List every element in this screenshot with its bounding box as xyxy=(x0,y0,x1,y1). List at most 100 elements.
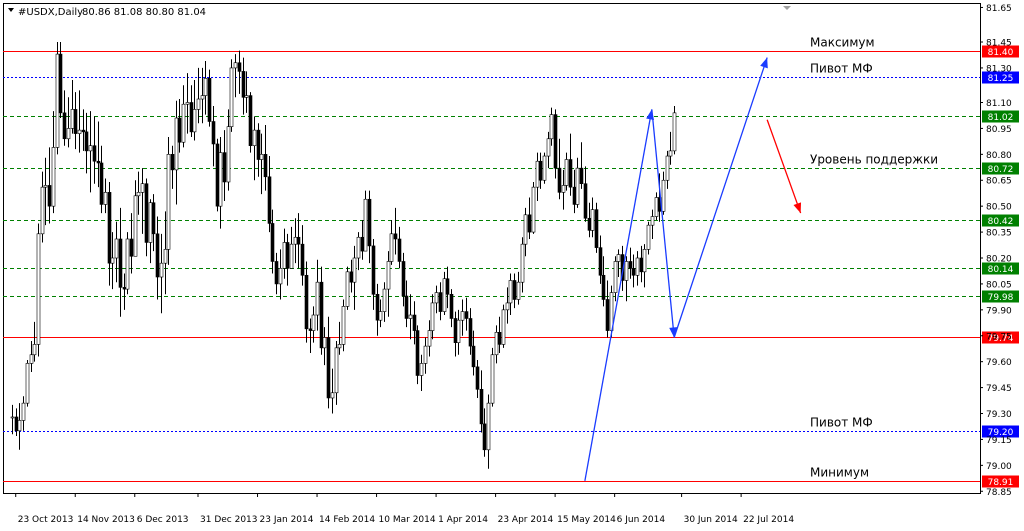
candle xyxy=(553,109,558,179)
candle-body xyxy=(319,281,324,349)
y-tick-label: 81.10 xyxy=(986,99,1012,109)
level-price-label: 78.91 xyxy=(988,478,1014,488)
candle-body xyxy=(628,261,633,269)
candle-body xyxy=(285,242,290,269)
candle-body xyxy=(535,160,540,188)
candle-body xyxy=(349,271,354,283)
candle-body xyxy=(613,261,618,293)
level-price-label: 81.40 xyxy=(988,48,1014,58)
candle-body xyxy=(99,162,104,205)
candle-body xyxy=(10,416,15,419)
candle-body xyxy=(241,71,246,98)
candle-body xyxy=(263,154,268,178)
candle-body xyxy=(378,311,383,321)
candle-body xyxy=(389,233,394,262)
candle-body xyxy=(166,154,171,250)
candle-body xyxy=(363,198,368,252)
candle-body xyxy=(311,314,316,331)
candle-body xyxy=(561,185,566,193)
candle-body xyxy=(103,192,108,205)
candle-body xyxy=(315,281,320,316)
candle-body xyxy=(308,328,313,331)
candle xyxy=(542,152,547,184)
candle-body xyxy=(151,202,156,235)
candle-body xyxy=(434,292,439,304)
candle-body xyxy=(661,179,666,212)
candle-body xyxy=(430,302,435,331)
candle-body xyxy=(282,242,287,269)
candle-body xyxy=(557,167,562,193)
candle-body xyxy=(170,154,175,171)
candle-body xyxy=(300,243,305,276)
y-tick-label: 80.95 xyxy=(986,125,1012,135)
candle-body xyxy=(542,155,547,181)
candle xyxy=(415,325,420,385)
candle-body xyxy=(490,354,495,404)
candle-body xyxy=(14,416,19,432)
candle-body xyxy=(185,102,190,105)
candle-body xyxy=(401,261,406,297)
candle-body xyxy=(479,389,484,425)
candle-body xyxy=(174,117,179,171)
candle-body xyxy=(270,223,275,262)
candle-body xyxy=(445,278,450,295)
candle-body xyxy=(468,318,473,347)
candle-body xyxy=(616,254,621,262)
candle-body xyxy=(438,292,443,312)
candle-body xyxy=(322,337,327,349)
candle-body xyxy=(419,363,424,376)
candle-body xyxy=(62,112,67,140)
candle xyxy=(36,223,41,357)
y-tick-label: 79.90 xyxy=(986,306,1012,316)
level-price-label: 79.98 xyxy=(988,293,1014,303)
y-tick-label: 79.00 xyxy=(986,462,1012,472)
candle-body xyxy=(267,176,272,224)
candle-body xyxy=(553,114,558,169)
x-tick-label: 15 May 2014 xyxy=(557,515,616,525)
candle-body xyxy=(244,95,249,98)
candle-body xyxy=(189,102,194,133)
candle-body xyxy=(583,183,588,219)
candle-body xyxy=(222,152,227,183)
candle-body xyxy=(55,53,60,148)
candle-body xyxy=(427,330,432,347)
candle-body xyxy=(527,214,532,233)
candle-body xyxy=(70,109,75,129)
y-tick-label: 80.20 xyxy=(986,255,1012,265)
x-tick-label: 30 Jun 2014 xyxy=(684,515,738,525)
candle-body xyxy=(51,147,56,207)
candle-body xyxy=(92,145,97,162)
candle-body xyxy=(512,280,517,300)
candle-body xyxy=(423,345,428,364)
candle xyxy=(594,202,599,253)
chart-root: Максимум Пивот МФ Уровень поддержки Пивот М… xyxy=(0,0,1024,527)
price-chart[interactable]: Максимум Пивот МФ Уровень поддержки Пивот М… xyxy=(0,0,1024,527)
chart-background xyxy=(0,0,1024,527)
candle-body xyxy=(486,402,491,451)
x-tick-label: 6 Jun 2014 xyxy=(617,515,666,525)
level-price-label: 80.72 xyxy=(988,165,1014,175)
candle-body xyxy=(341,306,346,345)
candle-body xyxy=(163,249,168,264)
candle-body xyxy=(237,62,242,72)
candle-body xyxy=(252,129,257,146)
symbol-label: #USDX,Daily xyxy=(18,7,83,18)
candle-body xyxy=(523,214,528,245)
candle-body xyxy=(144,183,149,243)
candle-body xyxy=(181,103,186,143)
candle xyxy=(166,137,171,265)
candle-body xyxy=(564,159,569,186)
candle xyxy=(248,92,253,153)
candle-body xyxy=(256,129,261,160)
candle xyxy=(531,181,536,234)
candle-body xyxy=(118,238,123,288)
candle-body xyxy=(77,129,82,134)
x-tick-label: 31 Dec 2013 xyxy=(200,515,258,525)
level-annotation: Пивот МФ xyxy=(810,62,873,76)
candle-body xyxy=(352,257,357,283)
candle-body xyxy=(125,238,130,290)
candle-body xyxy=(110,257,115,264)
candle-body xyxy=(449,293,454,319)
candle-body xyxy=(367,198,372,247)
candle-body xyxy=(665,155,670,181)
